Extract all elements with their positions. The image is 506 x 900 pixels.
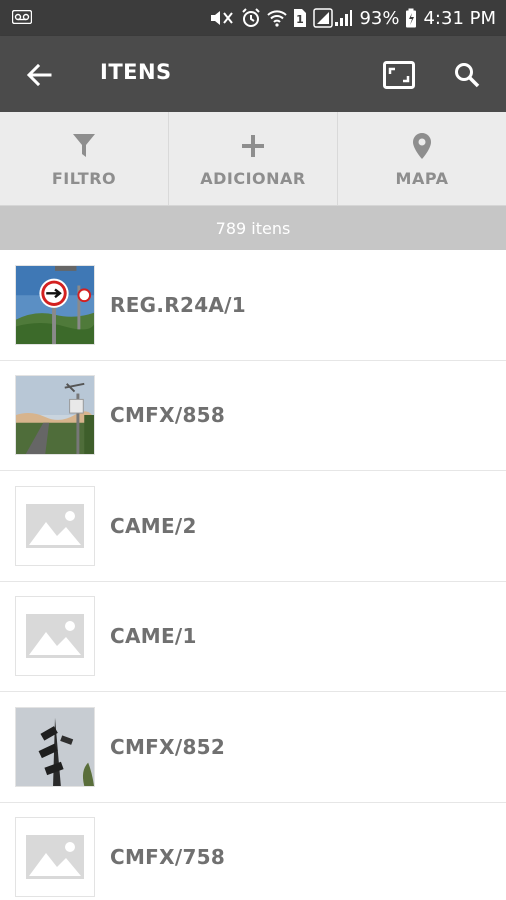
action-bar: FILTRO ADICIONAR MAPA — [0, 112, 506, 206]
map-label: MAPA — [395, 169, 449, 188]
back-arrow-icon[interactable] — [22, 58, 56, 92]
image-placeholder-icon — [15, 817, 95, 898]
item-thumbnail-photo — [15, 706, 95, 787]
map-pin-icon — [412, 129, 432, 163]
item-count: 789 itens — [215, 218, 291, 238]
alarm-icon — [241, 8, 261, 28]
list-item[interactable]: CMFX/758 — [0, 802, 506, 900]
mute-icon — [209, 9, 235, 27]
status-bar: 1 93% 4:31 PM — [0, 0, 506, 36]
page-title: ITENS — [100, 60, 172, 84]
svg-text:1: 1 — [297, 13, 305, 26]
list-item[interactable]: CMFX/858 — [0, 360, 506, 471]
item-label: CMFX/758 — [110, 845, 226, 870]
image-placeholder-icon — [15, 596, 95, 677]
expand-icon[interactable] — [382, 58, 416, 92]
status-left — [11, 8, 33, 29]
item-list: REG.R24A/1 CMFX/858 CAME/2 CAME/1 CMFX/8… — [0, 250, 506, 900]
battery-icon — [405, 8, 417, 28]
item-label: CMFX/852 — [110, 734, 226, 759]
map-button[interactable]: MAPA — [338, 112, 506, 205]
status-right: 1 93% 4:31 PM — [209, 8, 496, 29]
signal-icon — [313, 8, 353, 28]
item-label: REG.R24A/1 — [110, 292, 247, 317]
item-count-bar: 789 itens — [0, 206, 506, 250]
filter-label: FILTRO — [51, 169, 117, 188]
add-label: ADICIONAR — [200, 169, 306, 188]
list-item[interactable]: CAME/1 — [0, 581, 506, 692]
clock-time: 4:31 PM — [423, 7, 496, 29]
filter-button[interactable]: FILTRO — [0, 112, 169, 205]
item-label: CAME/1 — [110, 624, 197, 649]
item-thumbnail-photo — [15, 375, 95, 456]
list-item[interactable]: REG.R24A/1 — [0, 250, 506, 361]
search-icon[interactable] — [450, 58, 484, 92]
battery-percent: 93% — [359, 7, 400, 29]
item-label: CAME/2 — [110, 513, 197, 538]
wifi-icon — [267, 9, 288, 27]
item-label: CMFX/858 — [110, 403, 226, 428]
app-bar: ITENS — [0, 36, 506, 112]
filter-icon — [72, 129, 96, 163]
add-button[interactable]: ADICIONAR — [169, 112, 338, 205]
list-item[interactable]: CMFX/852 — [0, 692, 506, 803]
list-item[interactable]: CAME/2 — [0, 471, 506, 582]
sim-icon: 1 — [293, 8, 307, 28]
item-thumbnail-photo — [15, 264, 95, 345]
image-placeholder-icon — [15, 485, 95, 566]
plus-icon — [241, 129, 265, 163]
voicemail-icon — [11, 8, 33, 29]
